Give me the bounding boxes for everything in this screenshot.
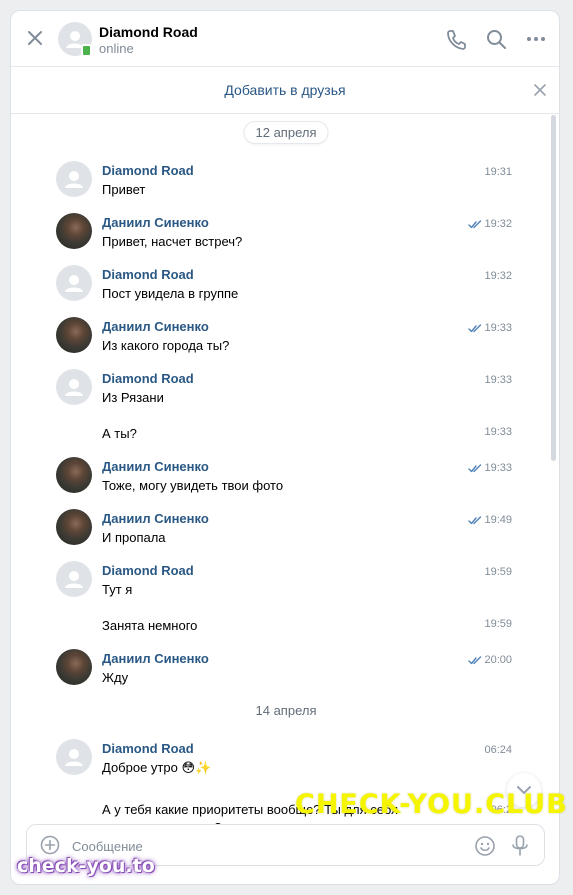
message-author[interactable]: Даниил Синенко <box>102 651 209 666</box>
close-icon[interactable] <box>533 83 547 97</box>
avatar[interactable] <box>56 161 92 197</box>
message-time: 19:59 <box>484 566 512 578</box>
read-check-icon <box>468 324 482 333</box>
message-text: И пропала <box>102 530 166 545</box>
message-text: Привет, насчет встреч? <box>102 234 243 249</box>
message-text: Занята немного <box>102 618 198 633</box>
add-friend-button[interactable]: Добавить в друзья <box>224 67 345 113</box>
message-text: А ты? <box>102 426 137 441</box>
chat-title[interactable]: Diamond Road <box>99 24 198 40</box>
avatar[interactable] <box>56 265 92 301</box>
message-time: 19:32 <box>484 218 512 230</box>
read-check-icon <box>468 656 482 665</box>
microphone-icon[interactable] <box>510 834 530 858</box>
message-text: Из Рязани <box>102 390 164 405</box>
message-input[interactable] <box>72 835 452 857</box>
avatar[interactable] <box>56 509 92 545</box>
more-icon[interactable] <box>525 28 547 50</box>
emoji-icon[interactable] <box>474 835 496 857</box>
message-author[interactable]: Даниил Синенко <box>102 215 209 230</box>
avatar[interactable] <box>56 649 92 685</box>
message-author[interactable]: Diamond Road <box>102 741 194 756</box>
avatar[interactable] <box>56 317 92 353</box>
close-icon[interactable] <box>25 28 45 48</box>
attach-plus-icon[interactable] <box>40 835 60 855</box>
message-time: 19:33 <box>484 462 512 474</box>
message-time: 19:49 <box>484 514 512 526</box>
read-check-icon <box>468 516 482 525</box>
add-friend-bar: Добавить в друзья <box>11 67 559 114</box>
online-indicator <box>81 44 92 57</box>
avatar[interactable] <box>56 561 92 597</box>
scrollbar[interactable] <box>551 115 556 461</box>
date-separator: 14 апреля <box>243 699 329 722</box>
message-author[interactable]: Diamond Road <box>102 371 194 386</box>
message-author[interactable]: Даниил Синенко <box>102 319 209 334</box>
message-author[interactable]: Даниил Синенко <box>102 459 209 474</box>
message-text: Тут я <box>102 582 133 597</box>
message-time: 19:32 <box>484 270 512 282</box>
message-time: 19:59 <box>484 618 512 630</box>
user-placeholder-icon <box>65 171 83 188</box>
avatar[interactable] <box>56 457 92 493</box>
message-author[interactable]: Diamond Road <box>102 563 194 578</box>
chat-header: Diamond Road online <box>11 11 559 67</box>
message-text: Тоже, могу увидеть твои фото <box>102 478 284 493</box>
message-time: 06:24 <box>484 744 512 756</box>
message-text: Из какого города ты? <box>102 338 230 353</box>
message-time: 19:33 <box>484 374 512 386</box>
message-text: Привет <box>102 182 146 197</box>
message-author[interactable]: Diamond Road <box>102 267 194 282</box>
avatar[interactable] <box>56 739 92 775</box>
watermark-bottom: check-you.to <box>17 855 155 877</box>
message-text: Доброе утро 😳✨ <box>102 760 212 775</box>
search-icon[interactable] <box>485 28 507 50</box>
avatar[interactable] <box>56 213 92 249</box>
user-placeholder-icon <box>65 749 83 766</box>
read-check-icon <box>468 464 482 473</box>
chat-window: Diamond Road online Добавить в друзья 12… <box>10 10 560 885</box>
message-text: Жду <box>102 670 129 685</box>
message-feed[interactable]: 12 апреля Diamond Road Привет 19:31 Дани… <box>11 115 559 835</box>
date-separator: 12 апреля <box>243 121 329 144</box>
phone-icon[interactable] <box>445 28 467 50</box>
read-check-icon <box>468 220 482 229</box>
message-time: 19:33 <box>484 322 512 334</box>
user-placeholder-icon <box>65 571 83 588</box>
message-time: 19:31 <box>484 166 512 178</box>
avatar[interactable] <box>56 369 92 405</box>
message-author[interactable]: Diamond Road <box>102 163 194 178</box>
message-author[interactable]: Даниил Синенко <box>102 511 209 526</box>
user-placeholder-icon <box>65 379 83 396</box>
chat-status: online <box>99 41 134 56</box>
watermark-top: CHECK-YOU.CLUB <box>295 789 568 820</box>
user-placeholder-icon <box>65 275 83 292</box>
message-time: 20:00 <box>484 654 512 666</box>
message-text: Пост увидела в группе <box>102 286 239 301</box>
message-time: 19:33 <box>484 426 512 438</box>
